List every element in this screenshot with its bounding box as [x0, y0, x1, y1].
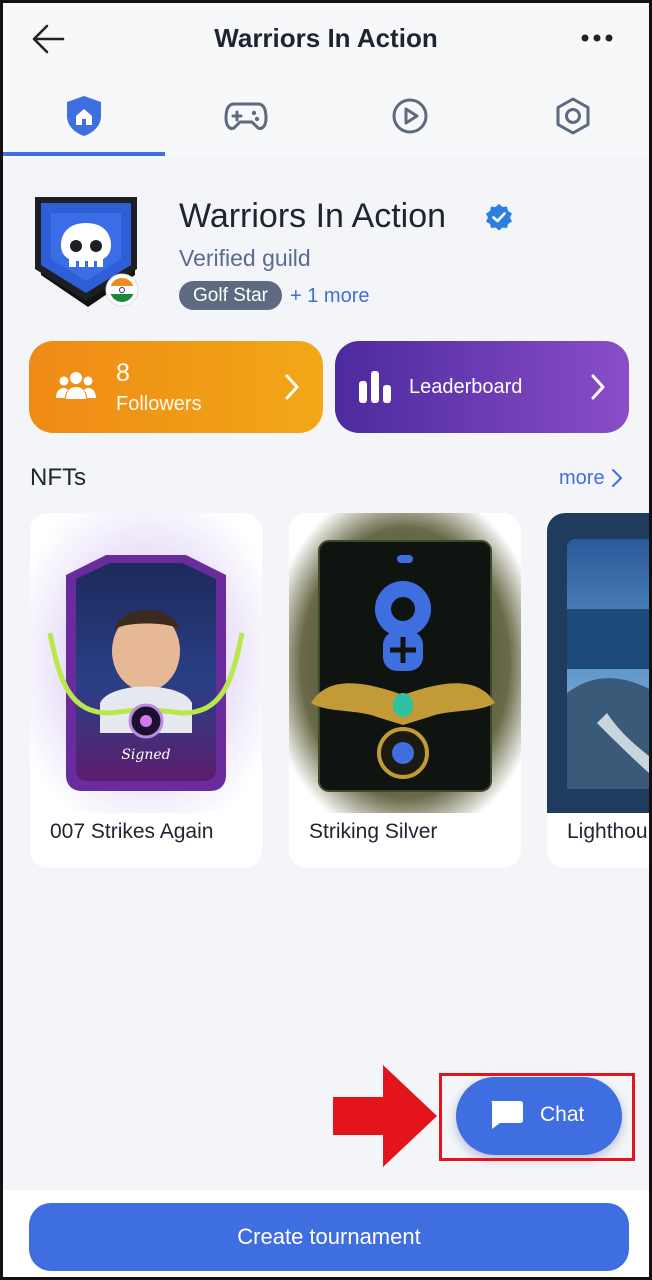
tab-videos[interactable]	[380, 91, 440, 141]
page-title: Warriors In Action	[214, 23, 438, 53]
nfts-more-link[interactable]: more	[559, 467, 605, 490]
play-circle-icon	[392, 98, 428, 134]
more-options-button[interactable]	[579, 28, 615, 48]
guild-name: Warriors In Action	[179, 197, 447, 235]
chevron-right-icon[interactable]	[611, 468, 623, 488]
users-group-icon	[56, 372, 96, 399]
nft-name: 007 Strikes Again	[50, 820, 214, 843]
nft-card[interactable]: Signed 007 Strikes Again	[30, 513, 262, 868]
nfts-section-title: NFTs	[30, 464, 86, 491]
nft-name: Lighthou	[567, 820, 648, 843]
annotation-highlight-box	[439, 1073, 635, 1161]
shield-home-icon	[67, 96, 101, 136]
nft-card[interactable]: Lighthou	[547, 513, 649, 868]
annotation-arrow-icon	[333, 1065, 437, 1167]
nft-image	[289, 513, 521, 813]
tab-home[interactable]	[54, 91, 114, 141]
followers-count: 8	[116, 359, 130, 387]
followers-label: Followers	[116, 393, 202, 415]
gamepad-icon	[224, 102, 268, 130]
more-horizontal-icon	[581, 34, 613, 42]
guild-tags-more-link[interactable]: + 1 more	[290, 285, 369, 308]
followers-card[interactable]: 8 Followers	[29, 341, 323, 433]
nft-name: Striking Silver	[309, 820, 438, 843]
nft-image	[547, 513, 649, 813]
guild-logo	[33, 195, 143, 313]
nft-card[interactable]: Striking Silver	[289, 513, 521, 868]
tab-bar	[3, 83, 649, 153]
chevron-right-icon	[285, 374, 299, 400]
create-tournament-button[interactable]: Create tournament	[29, 1203, 629, 1271]
leaderboard-card[interactable]: Leaderboard	[335, 341, 629, 433]
tab-games[interactable]	[216, 91, 276, 141]
guild-tag[interactable]: Golf Star	[179, 281, 282, 310]
nft-image: Signed	[30, 513, 262, 813]
nft-signed-caption: Signed	[121, 747, 170, 763]
india-flag-icon	[105, 273, 139, 307]
chevron-right-icon	[591, 374, 605, 400]
leaderboard-bars-icon	[359, 371, 391, 403]
tab-settings[interactable]	[543, 91, 603, 141]
header: Warriors In Action	[3, 3, 649, 158]
active-tab-indicator	[3, 152, 165, 156]
app-screen: Warriors In Action Warriors In Action Ve…	[0, 0, 652, 1280]
verified-badge-icon	[486, 204, 512, 231]
guild-subtitle: Verified guild	[179, 245, 311, 271]
leaderboard-label: Leaderboard	[409, 376, 523, 398]
settings-hex-icon	[556, 97, 590, 135]
